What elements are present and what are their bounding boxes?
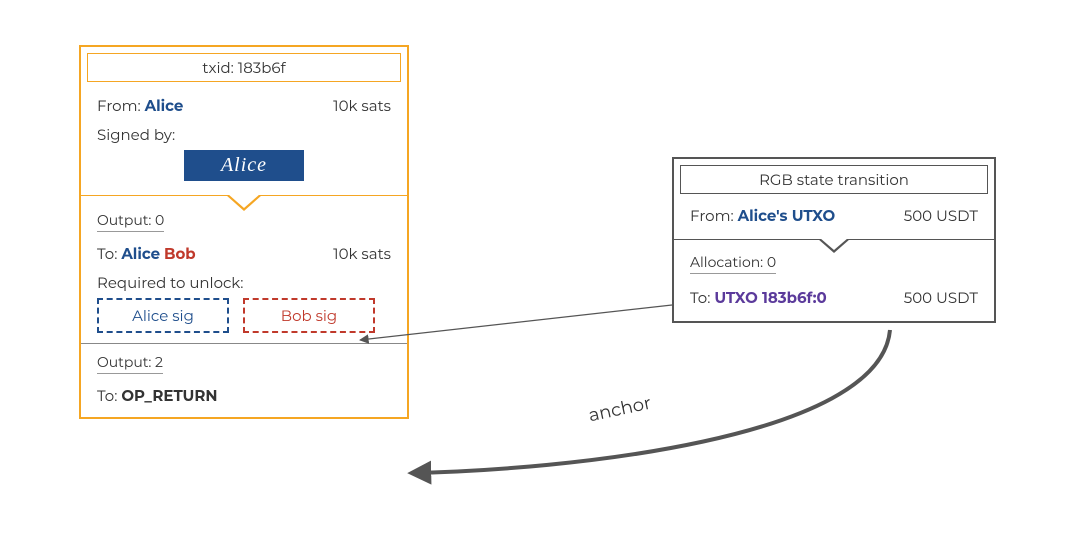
tx-from-label: From: (97, 96, 141, 115)
tx-output-0-title: Output: 0 (97, 211, 164, 232)
rgb-from-name: Alice's UTXO (738, 206, 836, 225)
tx-input-amount: 10k sats (333, 96, 391, 115)
tx-output-2: Output: 2 To: OP_RETURN (81, 343, 407, 417)
anchor-label: anchor (586, 392, 653, 427)
tx-output-0-to-alice: Alice (121, 244, 160, 263)
rgb-from: From: Alice's UTXO (690, 206, 835, 225)
tx-output-0-to-label: To: (97, 244, 117, 263)
tx-input-section: From: Alice 10k sats Signed by: Alice (81, 82, 407, 196)
tx-output-0-to-bob: Bob (164, 244, 196, 263)
tx-from: From: Alice (97, 96, 183, 115)
tx-output-2-to: To: OP_RETURN (97, 386, 217, 405)
rgb-to-label: To: (690, 288, 710, 307)
arrow-anchor (412, 330, 890, 473)
tx-output-2-title: Output: 2 (97, 353, 163, 374)
rgb-from-amount: 500 USDT (904, 206, 978, 225)
tx-output-2-to-label: To: (97, 386, 117, 405)
tx-card: txid: 183b6f From: Alice 10k sats Signed… (79, 45, 409, 419)
rgb-from-label: From: (690, 206, 734, 225)
tx-output-2-to-target: OP_RETURN (121, 386, 217, 405)
tx-signature-plate: Alice (184, 150, 304, 181)
tx-from-name: Alice (145, 96, 184, 115)
sig-slot-alice: Alice sig (97, 298, 229, 333)
diagram-stage: txid: 183b6f From: Alice 10k sats Signed… (0, 0, 1068, 540)
rgb-to-amount: 500 USDT (904, 288, 978, 307)
rgb-card: RGB state transition From: Alice's UTXO … (672, 157, 996, 323)
tx-output-0: Output: 0 To: Alice Bob 10k sats Require… (81, 196, 407, 343)
tx-output-0-amount: 10k sats (333, 244, 391, 263)
rgb-alloc-title: Allocation: 0 (690, 253, 776, 274)
rgb-header: RGB state transition (680, 165, 988, 194)
tx-output-0-required: Required to unlock: (97, 273, 391, 292)
tx-output-0-sigs: Alice sig Bob sig (97, 298, 391, 333)
rgb-from-section: From: Alice's UTXO 500 USDT (674, 194, 994, 240)
tx-txid: txid: 183b6f (87, 53, 401, 82)
rgb-to: To: UTXO 183b6f:0 (690, 288, 827, 307)
rgb-to-utxo: UTXO 183b6f:0 (714, 288, 826, 307)
tx-signedby-label: Signed by: (97, 125, 391, 144)
sig-slot-bob: Bob sig (243, 298, 375, 333)
tx-output-0-to: To: Alice Bob (97, 244, 196, 263)
